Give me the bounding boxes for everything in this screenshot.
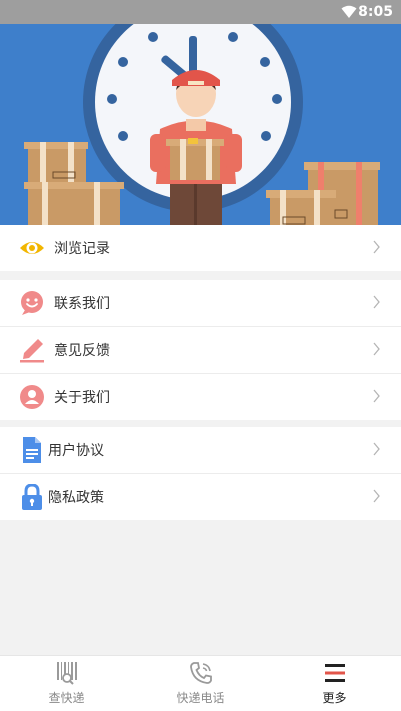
tab-phone[interactable]: 快递电话 [134, 656, 267, 711]
chevron-right-icon [373, 389, 380, 403]
tab-label: 查快递 [48, 691, 85, 705]
menu-item-label: 关于我们 [54, 390, 110, 406]
status-time: 8:05 [358, 4, 393, 20]
lock-icon [22, 484, 42, 510]
menu-item-agreement[interactable]: 用户协议 [0, 427, 401, 474]
menu-item-about[interactable]: 关于我们 [0, 374, 401, 420]
menu-item-privacy[interactable]: 隐私政策 [0, 474, 401, 520]
chevron-right-icon [373, 342, 380, 356]
user-icon [20, 385, 44, 409]
menu-item-contact[interactable]: 联系我们 [0, 280, 401, 327]
menu-icon [325, 664, 345, 682]
banner-illustration [0, 24, 401, 225]
smiley-chat-icon [21, 291, 43, 315]
bottom-tab-bar: 查快递 快递电话 更多 [0, 655, 401, 711]
menu-group-legal: 用户协议 隐私政策 [0, 427, 401, 520]
menu-group-history: 浏览记录 [0, 225, 401, 271]
tab-query[interactable]: 查快递 [0, 656, 133, 711]
menu-item-history[interactable]: 浏览记录 [0, 225, 401, 271]
tab-label: 更多 [322, 691, 347, 705]
chevron-right-icon [373, 489, 380, 503]
tab-label: 快递电话 [176, 691, 225, 705]
menu-group-info: 联系我们 意见反馈 关于我们 [0, 280, 401, 420]
menu-item-label: 联系我们 [54, 296, 110, 312]
chevron-right-icon [373, 442, 380, 456]
edit-icon [20, 339, 44, 363]
menu-item-label: 隐私政策 [48, 490, 104, 506]
phone-icon [190, 662, 212, 684]
document-icon [23, 437, 41, 463]
chevron-right-icon [373, 295, 380, 309]
eye-icon [20, 242, 44, 254]
menu-item-label: 用户协议 [48, 443, 104, 459]
wifi-icon [341, 5, 357, 18]
status-bar: 8:05 [0, 0, 401, 24]
chevron-right-icon [373, 240, 380, 254]
menu-item-label: 浏览记录 [54, 241, 110, 257]
menu-item-feedback[interactable]: 意见反馈 [0, 327, 401, 374]
menu-item-label: 意见反馈 [54, 343, 110, 359]
barcode-search-icon [57, 662, 77, 685]
tab-more[interactable]: 更多 [268, 656, 401, 711]
